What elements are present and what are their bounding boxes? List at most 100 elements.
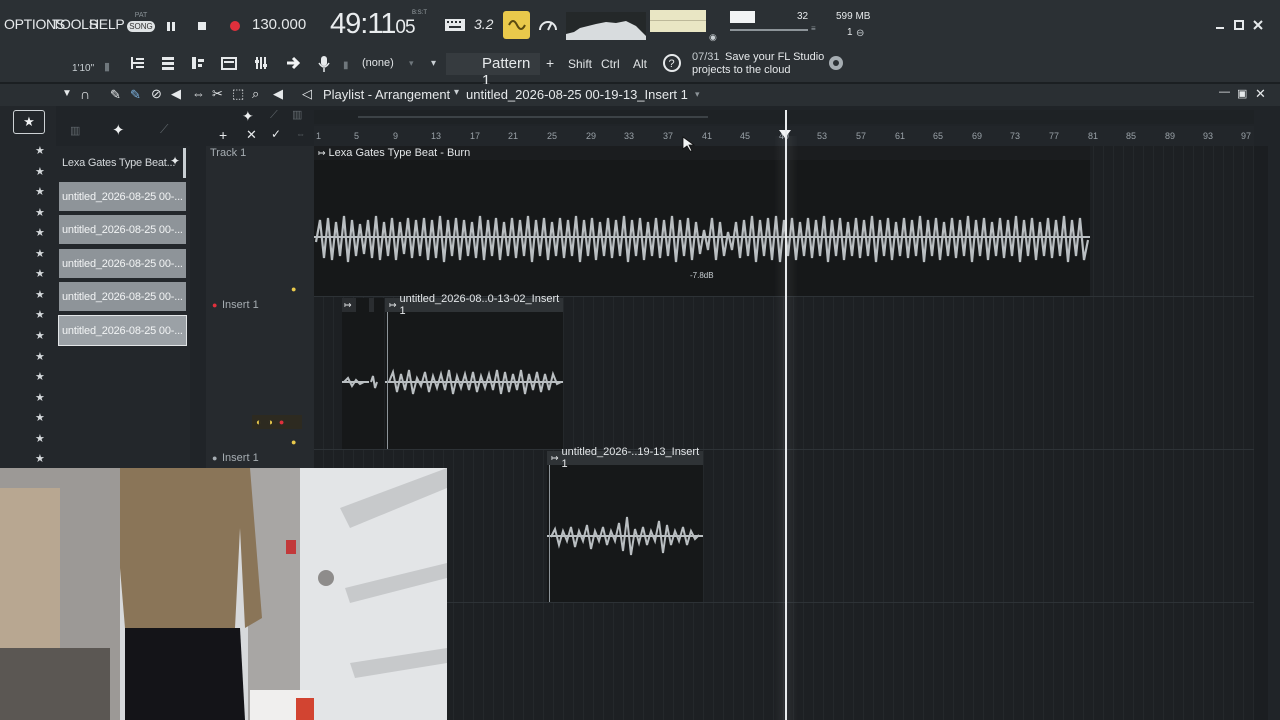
waveform-icon[interactable]: ✦ [242, 108, 254, 125]
star-icon[interactable]: ★ [35, 165, 45, 178]
record-button[interactable] [224, 16, 246, 36]
list-item[interactable]: untitled_2026-08-25 00-... [59, 249, 186, 278]
view-piano-roll-button[interactable] [188, 53, 208, 73]
alt-key-button[interactable]: Alt [633, 57, 647, 71]
star-icon[interactable]: ★ [35, 432, 45, 445]
clip-menu-icon[interactable]: ↦ [318, 148, 326, 159]
preset-dropdown-icon[interactable]: ▾ [409, 58, 414, 69]
playback-tool-icon[interactable]: ◀ [273, 86, 283, 102]
star-icon[interactable]: ★ [35, 267, 45, 280]
clip-menu-icon[interactable]: ↦ [389, 300, 397, 311]
playlist-close-button[interactable]: ✕ [1255, 86, 1266, 102]
favorites-button[interactable]: ★ [13, 110, 45, 134]
add-pattern-button[interactable]: + [546, 55, 554, 71]
master-volume-slider[interactable] [730, 29, 808, 31]
star-icon[interactable]: ★ [35, 452, 45, 465]
star-icon[interactable]: ★ [35, 411, 45, 424]
audio-clip-stub[interactable]: ↦ [342, 298, 370, 449]
clip-header[interactable] [369, 298, 374, 312]
view-mixer-button[interactable] [251, 53, 271, 73]
star-icon[interactable]: ★ [35, 288, 45, 301]
typing-keyboard-button[interactable] [443, 14, 467, 36]
view-browser-button[interactable] [219, 53, 239, 73]
online-button[interactable] [827, 54, 845, 72]
star-icon[interactable]: ★ [35, 329, 45, 342]
star-icon[interactable]: ★ [35, 247, 45, 260]
playlist-maximize-button[interactable]: ▣ [1237, 87, 1247, 100]
title-dropdown-icon[interactable]: ▾ [454, 87, 459, 98]
audio-input-button[interactable] [314, 53, 334, 75]
star-icon[interactable]: ★ [35, 370, 45, 383]
stop-button[interactable] [191, 16, 213, 36]
ctrl-key-button[interactable]: Ctrl [601, 57, 620, 71]
audio-clip-insert-b[interactable]: ↦ untitled_2026-..19-13_Insert 1 [547, 446, 703, 602]
pattern-dropdown-icon[interactable]: ▾ [431, 58, 436, 69]
view-channel-rack-button[interactable] [158, 53, 178, 73]
clip-header[interactable]: ↦ Lexa Gates Type Beat - Burn [314, 146, 1090, 160]
star-icon[interactable]: ★ [35, 206, 45, 219]
preset-name[interactable]: (none) [362, 57, 394, 69]
playhead-line[interactable] [785, 110, 787, 720]
clip-header[interactable]: ↦ untitled_2026-08..0-13-02_Insert 1 [385, 293, 563, 317]
metronome-button[interactable] [503, 11, 530, 39]
clip-menu-icon[interactable]: ↦ [551, 453, 559, 464]
pattern-step-display[interactable]: 3.2 [474, 16, 493, 32]
news-button[interactable]: ? [661, 52, 683, 74]
track-led-icon[interactable]: ● [291, 437, 296, 447]
speaker-icon[interactable]: ◐ [256, 417, 261, 427]
playlist-minimize-button[interactable]: — [1219, 86, 1230, 98]
tempo-display[interactable]: 130.000 [252, 16, 306, 33]
audio-clip-beat[interactable]: ↦ Lexa Gates Type Beat - Burn -7.8dB [314, 146, 1090, 296]
paint-tool-icon[interactable]: ✎ [130, 87, 141, 103]
snap-magnet-icon[interactable]: ∩ [80, 86, 90, 102]
news-line-1[interactable]: Save your FL Studio [725, 51, 824, 63]
star-icon[interactable]: ★ [35, 391, 45, 404]
star-icon[interactable]: ★ [35, 308, 45, 321]
view-playlist-button[interactable] [128, 53, 148, 73]
window-maximize-button[interactable] [1231, 18, 1247, 32]
select-tool-icon[interactable]: ⬚ [232, 86, 244, 102]
record-arm-icon[interactable]: ● [212, 453, 217, 463]
list-item-selected[interactable]: untitled_2026-08-25 00-... [58, 315, 187, 346]
track-label[interactable]: Insert 1 [222, 299, 259, 311]
record-icon[interactable]: ● [279, 417, 284, 427]
scroll-thumb[interactable] [358, 116, 708, 118]
audio-clip-insert-a[interactable]: ↦ untitled_2026-08..0-13-02_Insert 1 [385, 293, 563, 449]
arrangement-name[interactable]: untitled_2026-08-25 00-19-13_Insert 1 [466, 87, 688, 102]
shift-key-button[interactable]: Shift [568, 57, 592, 71]
master-pan-knob[interactable]: ◉ [709, 32, 717, 43]
delete-tool-icon[interactable]: ⊘ [151, 86, 162, 102]
slice-tool-icon[interactable]: ✂ [212, 86, 223, 102]
list-item[interactable]: untitled_2026-08-25 00-... [59, 215, 186, 244]
view-plugin-picker-button[interactable] [283, 53, 303, 73]
clip-header[interactable]: ↦ [342, 298, 356, 312]
audio-clip-stub[interactable] [369, 298, 384, 449]
track-controls[interactable]: ◐ ◑ ● [252, 415, 302, 429]
menu-help[interactable]: HELP [89, 16, 125, 32]
clip-header[interactable]: ↦ untitled_2026-..19-13_Insert 1 [547, 446, 703, 470]
star-icon[interactable]: ★ [35, 350, 45, 363]
vertical-scrollbar[interactable] [1254, 146, 1268, 720]
arrangement-dropdown-icon[interactable]: ▾ [695, 89, 700, 100]
list-item[interactable]: untitled_2026-08-25 00-... [59, 282, 186, 311]
slip-tool-icon[interactable]: ⇔ [192, 86, 205, 101]
pattern-selector[interactable]: Pattern 1 [446, 53, 540, 89]
delete-icon[interactable]: ✕ [246, 127, 257, 143]
track-label[interactable]: Track 1 [210, 147, 246, 159]
countdown-button[interactable] [537, 14, 559, 36]
record-arm-icon[interactable]: ● [212, 300, 217, 310]
window-minimize-button[interactable] [1212, 18, 1228, 32]
edit-icon[interactable]: ✓ [271, 127, 281, 141]
clip-menu-icon[interactable]: ↦ [344, 300, 352, 311]
pat-song-toggle[interactable]: PAT SONG [127, 12, 155, 40]
star-icon[interactable]: ★ [35, 185, 45, 198]
playlist-options-icon[interactable]: ▼ [62, 88, 72, 99]
track-led-icon[interactable]: ● [291, 284, 296, 294]
add-track-button[interactable]: + [219, 127, 227, 143]
list-item[interactable]: untitled_2026-08-25 00-... [59, 182, 186, 211]
time-display[interactable]: 49:1105 [330, 8, 416, 41]
browser-scrollbar[interactable] [183, 148, 186, 178]
star-icon[interactable]: ★ [35, 226, 45, 239]
draw-tool-icon[interactable]: ✎ [110, 87, 121, 103]
browser-header[interactable]: Lexa Gates Type Beat... [59, 151, 186, 175]
